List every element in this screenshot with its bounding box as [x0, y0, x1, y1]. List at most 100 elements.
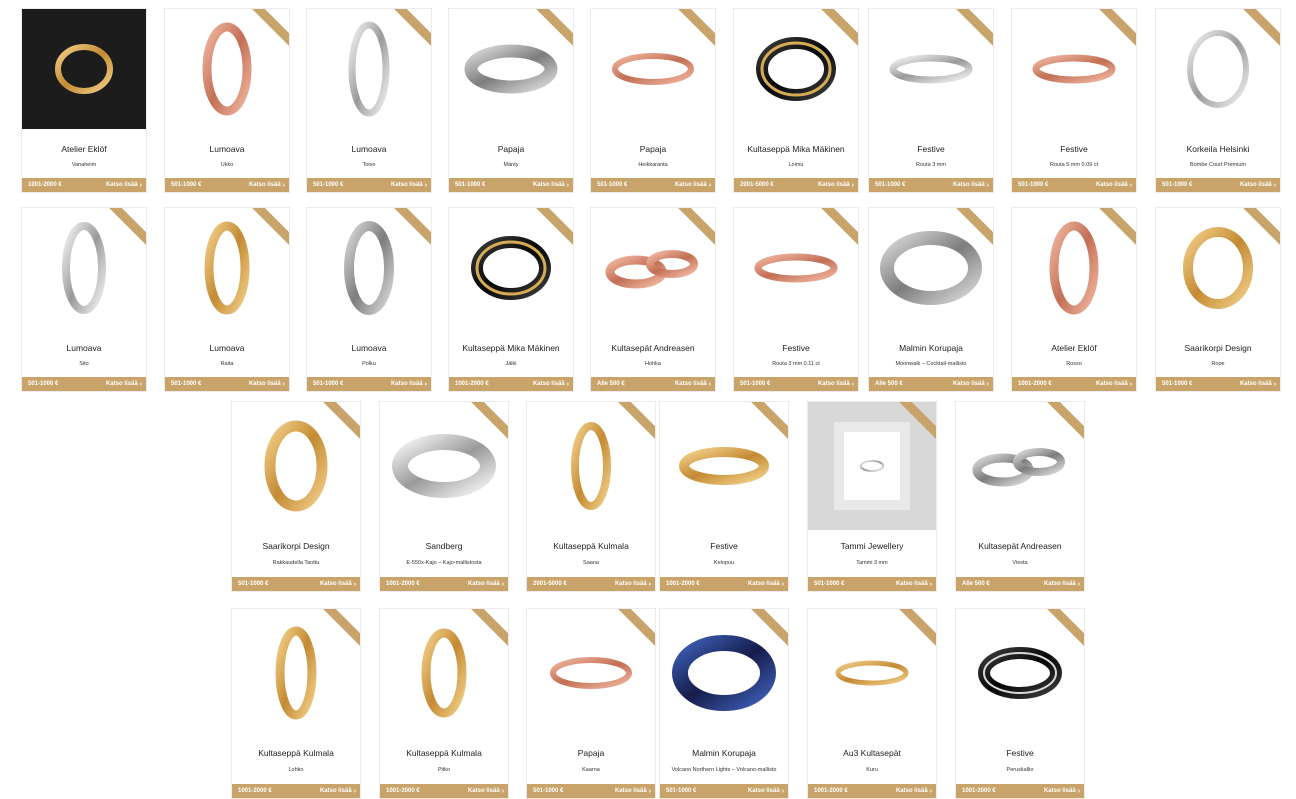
product-card[interactable]: Papaja Heikkaranta 501-1000 € Katso lisää › [590, 8, 716, 193]
product-card[interactable]: Kultaseppä Mika Mäkinen Loimu 2001-5000 € K… [733, 8, 859, 193]
product-maker[interactable]: Lumoava [309, 144, 429, 154]
product-maker[interactable]: Sandberg [382, 541, 506, 551]
product-maker[interactable]: Au3 Kultasepät [810, 748, 934, 758]
see-more-link[interactable]: Katso lisää › [249, 381, 285, 388]
product-card[interactable]: Malmin Korupaja Volcano Northern Lights –… [659, 608, 789, 799]
see-more-link[interactable]: Katso lisää › [896, 788, 932, 795]
see-more-link[interactable]: Katso lisää › [1044, 581, 1080, 588]
see-more-link[interactable]: Katso lisää › [1240, 182, 1276, 189]
product-image[interactable] [380, 609, 508, 737]
product-card[interactable]: Kultasepät Andreasen Viesta Alle 500 € Kats… [955, 401, 1085, 592]
product-maker[interactable]: Tammi Jewellery [810, 541, 934, 551]
see-more-link[interactable]: Katso lisää › [675, 381, 711, 388]
product-image[interactable] [232, 609, 360, 737]
see-more-link[interactable]: Katso lisää › [106, 381, 142, 388]
product-card[interactable]: Saarikorpi Design Rope 501-1000 € Katso lis… [1155, 207, 1281, 392]
product-maker[interactable]: Papaja [529, 748, 653, 758]
product-card[interactable]: Malmin Korupaja Moonwalk – Cocktail-malli… [868, 207, 994, 392]
product-maker[interactable]: Festive [662, 541, 786, 551]
see-more-link[interactable]: Katso lisää › [249, 182, 285, 189]
product-maker[interactable]: Lumoava [167, 343, 287, 353]
see-more-link[interactable]: Katso lisää › [468, 581, 504, 588]
product-card[interactable]: Festive Peruskallio 1001-2000 € Katso lisää… [955, 608, 1085, 799]
product-card[interactable]: Festive Routa 5 mm 0.09 ct 501-1000 € Katso… [1011, 8, 1137, 193]
product-maker[interactable]: Papaja [593, 144, 713, 154]
product-maker[interactable]: Kultaseppä Kulmala [529, 541, 653, 551]
product-card[interactable]: Kultaseppä Mika Mäkinen Jälki 1001-2000 € K… [448, 207, 574, 392]
product-maker[interactable]: Atelier Eklöf [24, 144, 144, 154]
product-card[interactable]: Kultaseppä Kulmala Saana 2001-5000 € Katso … [526, 401, 656, 592]
product-maker[interactable]: Kultasepät Andreasen [593, 343, 713, 353]
product-image[interactable] [527, 609, 655, 737]
product-card[interactable]: Au3 Kultasepät Kuru 1001-2000 € Katso lisää… [807, 608, 937, 799]
product-card[interactable]: Festive Routa 3 mm 0.11 ct 501-1000 € Katso… [733, 207, 859, 392]
product-card[interactable]: Festive Routa 3 mm 501-1000 € Katso lisää › [868, 8, 994, 193]
product-maker[interactable]: Lumoava [24, 343, 144, 353]
product-card[interactable]: Sandberg E-550x-Kajo – Kajo-mallistosta 10… [379, 401, 509, 592]
product-card[interactable]: Papaja Kaarna 501-1000 € Katso lisää › [526, 608, 656, 799]
product-image[interactable] [527, 402, 655, 530]
see-more-link[interactable]: Katso lisää › [748, 788, 784, 795]
product-card[interactable]: Lumoava Polku 501-1000 € Katso lisää › [306, 207, 432, 392]
see-more-link[interactable]: Katso lisää › [391, 182, 427, 189]
product-image[interactable] [22, 9, 146, 129]
see-more-link[interactable]: Katso lisää › [953, 381, 989, 388]
product-maker[interactable]: Kultaseppä Mika Mäkinen [736, 144, 856, 154]
product-maker[interactable]: Malmin Korupaja [871, 343, 991, 353]
product-maker[interactable]: Lumoava [167, 144, 287, 154]
product-maker[interactable]: Kultasepät Andreasen [958, 541, 1082, 551]
product-image[interactable] [956, 402, 1084, 530]
product-maker[interactable]: Saarikorpi Design [234, 541, 358, 551]
see-more-link[interactable]: Katso lisää › [320, 581, 356, 588]
see-more-link[interactable]: Katso lisää › [615, 788, 651, 795]
product-maker[interactable]: Kultaseppä Kulmala [382, 748, 506, 758]
product-card[interactable]: Korkeila Helsinki Bombe Court Premium 501-… [1155, 8, 1281, 193]
product-maker[interactable]: Festive [736, 343, 856, 353]
see-more-link[interactable]: Katso lisää › [1240, 381, 1276, 388]
product-maker[interactable]: Lumoava [309, 343, 429, 353]
see-more-link[interactable]: Katso lisää › [748, 581, 784, 588]
product-maker[interactable]: Festive [1014, 144, 1134, 154]
see-more-link[interactable]: Katso lisää › [818, 381, 854, 388]
product-card[interactable]: Kultaseppä Kulmala Pitko 1001-2000 € Katso … [379, 608, 509, 799]
product-maker[interactable]: Kultaseppä Kulmala [234, 748, 358, 758]
product-image[interactable] [380, 402, 508, 530]
product-card[interactable]: Tammi Jewellery Tammi 3 mm 501-1000 € Katso… [807, 401, 937, 592]
product-card[interactable]: Lumoava Toivo 501-1000 € Katso lisää › [306, 8, 432, 193]
see-more-link[interactable]: Katso lisää › [391, 381, 427, 388]
see-more-link[interactable]: Katso lisää › [468, 788, 504, 795]
see-more-link[interactable]: Katso lisää › [1096, 381, 1132, 388]
product-card[interactable]: Lumoava Raita 501-1000 € Katso lisää › [164, 207, 290, 392]
product-card[interactable]: Atelier Eklöf Vanaheim 1001-2000 € Katso li… [21, 8, 147, 193]
product-maker[interactable]: Saarikorpi Design [1158, 343, 1278, 353]
product-maker[interactable]: Papaja [451, 144, 571, 154]
product-card[interactable]: Kultasepät Andreasen Hohka Alle 500 € Katso… [590, 207, 716, 392]
product-image[interactable] [808, 402, 936, 530]
product-image[interactable] [956, 609, 1084, 737]
see-more-link[interactable]: Katso lisää › [1096, 182, 1132, 189]
see-more-link[interactable]: Katso lisää › [533, 381, 569, 388]
product-card[interactable]: Atelier Eklöf Rosso 1001-2000 € Katso lisää… [1011, 207, 1137, 392]
see-more-link[interactable]: Katso lisää › [1044, 788, 1080, 795]
product-image[interactable] [660, 609, 788, 737]
see-more-link[interactable]: Katso lisää › [675, 182, 711, 189]
product-maker[interactable]: Festive [958, 748, 1082, 758]
product-image[interactable] [660, 402, 788, 530]
product-card[interactable]: Kultaseppä Kulmala Lohko 1001-2000 € Katso … [231, 608, 361, 799]
see-more-link[interactable]: Katso lisää › [896, 581, 932, 588]
see-more-link[interactable]: Katso lisää › [320, 788, 356, 795]
product-card[interactable]: Lumoava Sito 501-1000 € Katso lisää › [21, 207, 147, 392]
product-image[interactable] [808, 609, 936, 737]
product-card[interactable]: Lumoava Ukko 501-1000 € Katso lisää › [164, 8, 290, 193]
product-maker[interactable]: Korkeila Helsinki [1158, 144, 1278, 154]
product-card[interactable]: Papaja Mänty 501-1000 € Katso lisää › [448, 8, 574, 193]
product-maker[interactable]: Kultaseppä Mika Mäkinen [451, 343, 571, 353]
see-more-link[interactable]: Katso lisää › [533, 182, 569, 189]
product-image[interactable] [232, 402, 360, 530]
product-maker[interactable]: Atelier Eklöf [1014, 343, 1134, 353]
product-card[interactable]: Festive Kelopuu 1001-2000 € Katso lisää › [659, 401, 789, 592]
product-maker[interactable]: Festive [871, 144, 991, 154]
see-more-link[interactable]: Katso lisää › [818, 182, 854, 189]
product-card[interactable]: Saarikorpi Design Rakkaudella Taottu 501-1… [231, 401, 361, 592]
see-more-link[interactable]: Katso lisää › [953, 182, 989, 189]
